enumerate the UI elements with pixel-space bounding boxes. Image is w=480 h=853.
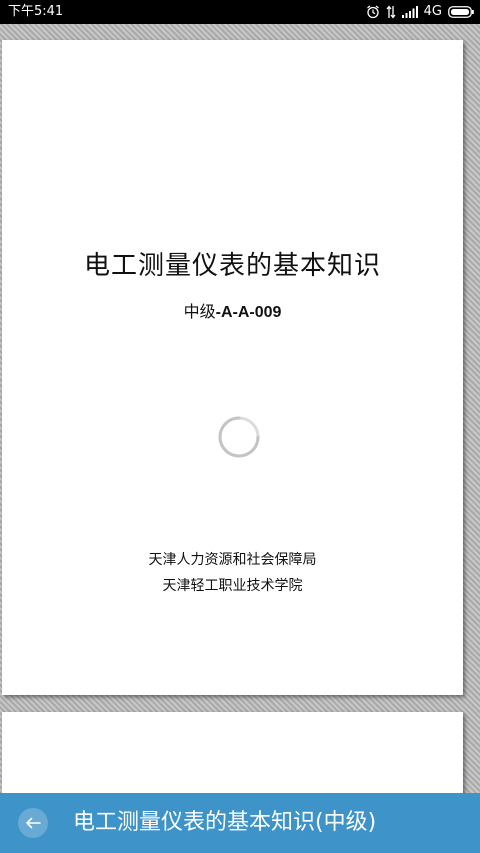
document-code-value: -A-A-009 xyxy=(215,304,282,321)
back-button[interactable] xyxy=(18,808,48,838)
document-org-line-1: 天津人力资源和社会保障局 xyxy=(148,552,317,568)
data-transfer-icon xyxy=(386,5,396,19)
battery-icon xyxy=(448,6,474,18)
bottom-bar: 电工测量仪表的基本知识(中级) xyxy=(0,793,480,853)
alarm-icon xyxy=(366,5,380,19)
document-title: 电工测量仪表的基本知识 xyxy=(83,251,381,281)
back-arrow-icon xyxy=(25,814,41,833)
document-code-prefix: 中级 xyxy=(183,302,216,321)
status-time: 下午5:41 xyxy=(8,4,64,19)
bottom-bar-title: 电工测量仪表的基本知识(中级) xyxy=(73,810,377,835)
document-page-1[interactable]: 电工测量仪表的基本知识 中级-A-A-009 天津人力资源和社会保障局 天津轻工… xyxy=(2,40,463,695)
signal-icon xyxy=(401,6,418,18)
status-bar: 下午5:41 4G xyxy=(0,0,480,24)
status-icons: 4G xyxy=(366,0,474,24)
document-org-line-2: 天津轻工职业技术学院 xyxy=(162,578,303,594)
document-code: 中级-A-A-009 xyxy=(2,298,463,322)
loading-spinner-icon xyxy=(217,415,261,459)
network-type: 4G xyxy=(423,4,442,19)
